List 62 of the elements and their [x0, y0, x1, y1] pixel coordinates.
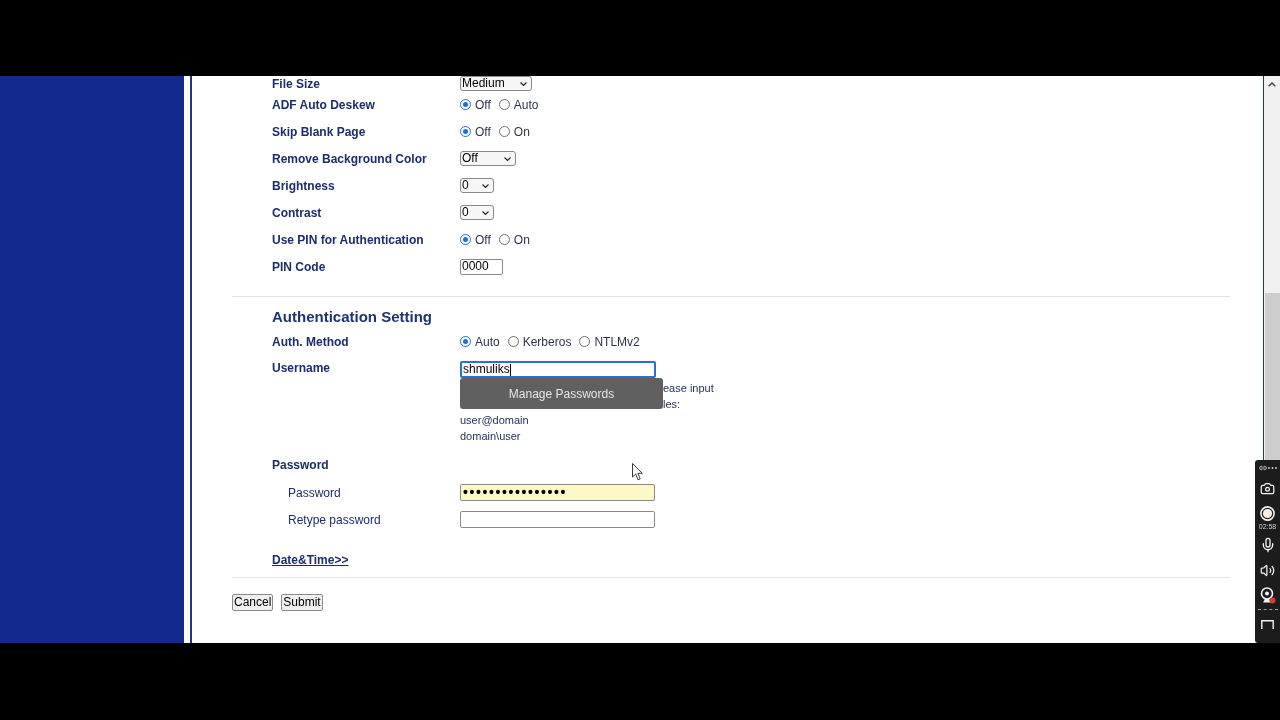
speaker-icon[interactable]: [1260, 563, 1275, 578]
field-label: Brightness: [272, 178, 335, 193]
radio-label: Auto: [475, 334, 500, 349]
radio-button[interactable]: [498, 126, 510, 137]
mouse-pointer-icon: [632, 463, 644, 481]
scrollbar-thumb[interactable]: [1264, 293, 1280, 460]
radio-label: Kerberos: [522, 334, 572, 349]
example-text: domain\user: [460, 429, 521, 443]
radio-label: Off: [475, 124, 491, 139]
chevron-down-icon: [504, 156, 511, 161]
radio-label: NTLMv2: [594, 334, 640, 349]
window-icon[interactable]: [1261, 620, 1274, 629]
radio-label: Off: [475, 232, 491, 247]
field-label: Username: [272, 361, 331, 375]
camera-icon[interactable]: [1260, 481, 1275, 496]
scroll-up-icon[interactable]: [1268, 82, 1276, 87]
field-label: Retype password: [288, 512, 381, 527]
field-label: Password: [288, 485, 341, 500]
field-label: Skip Blank Page: [272, 124, 366, 139]
field-label: PIN Code: [272, 259, 326, 274]
chevron-down-icon: [520, 81, 527, 86]
form-button[interactable]: Submit: [281, 594, 323, 611]
link-icon[interactable]: [1258, 464, 1267, 472]
section-label: Password: [272, 458, 329, 472]
example-text: user@domain: [460, 413, 529, 427]
field-label: ADF Auto Deskew: [272, 97, 375, 112]
radio-button[interactable]: [460, 99, 471, 110]
radio-button[interactable]: [460, 234, 471, 245]
radio-button[interactable]: [579, 336, 591, 347]
radio-button[interactable]: [498, 99, 510, 110]
section-heading: Authentication Setting: [272, 308, 432, 326]
webcam-icon[interactable]: [1259, 587, 1276, 604]
form-button[interactable]: Cancel: [232, 594, 274, 611]
field-label: File Size: [272, 76, 321, 91]
dropdown[interactable]: Medium: [460, 76, 532, 91]
hint-text: ease input: [663, 381, 714, 395]
field-label: Contrast: [272, 205, 322, 220]
radio-label: On: [513, 124, 530, 139]
dropdown[interactable]: 0: [460, 205, 494, 220]
password-input-field[interactable]: [460, 511, 655, 528]
username-input-field[interactable]: shmuliks: [460, 361, 656, 378]
dropdown[interactable]: Off: [460, 151, 516, 166]
field-label: Remove Background Color: [272, 151, 427, 166]
field-label: Use PIN for Authentication: [272, 232, 424, 247]
radio-button[interactable]: [460, 126, 471, 137]
text-cursor-icon: [509, 363, 511, 376]
field-label: Auth. Method: [272, 334, 349, 349]
radio-button[interactable]: [507, 336, 519, 347]
chevron-down-icon: [482, 210, 489, 215]
radio-button[interactable]: [498, 234, 510, 245]
radio-button[interactable]: [460, 336, 471, 347]
pin-input-field[interactable]: 0000: [460, 258, 503, 275]
autofill-menu-item[interactable]: Manage Passwords: [460, 378, 663, 409]
password-input-field[interactable]: ••••••••••••••••: [460, 484, 655, 501]
date-time-link[interactable]: Date&Time>>: [272, 553, 349, 567]
radio-label: On: [513, 232, 530, 247]
record-icon[interactable]: [1260, 506, 1275, 521]
radio-label: Off: [475, 97, 491, 112]
radio-label: Auto: [513, 97, 539, 112]
hint-text: les:: [663, 397, 681, 411]
chevron-down-icon: [482, 183, 489, 188]
dropdown[interactable]: 0: [460, 178, 494, 193]
